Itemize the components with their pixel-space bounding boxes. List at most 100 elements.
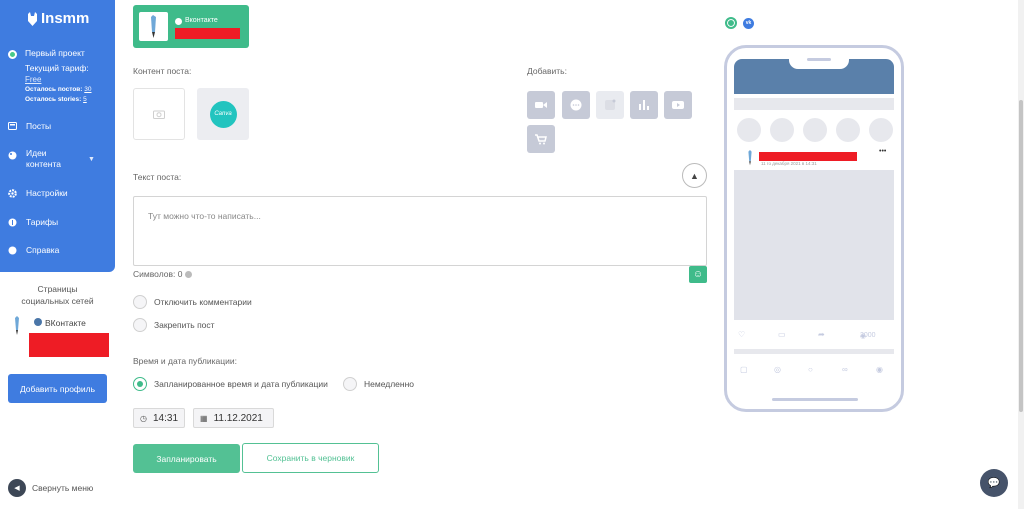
- logo[interactable]: Insmm: [27, 10, 89, 27]
- preview-story-circle: [770, 118, 794, 142]
- add-poll-button[interactable]: [630, 91, 658, 119]
- check-icon: [175, 18, 182, 25]
- posts-left: Осталось постов: 30: [25, 86, 92, 93]
- views-value: 2000: [860, 332, 876, 339]
- immediately-label: Немедленно: [364, 379, 415, 389]
- sidebar-item-label: Справка: [26, 245, 60, 255]
- comment-icon: ▭: [778, 330, 786, 339]
- social-pages-title: Страницы социальных сетей: [0, 283, 115, 307]
- vk-page-label: ВКонтакте: [45, 318, 86, 328]
- sidebar-item-settings[interactable]: Настройки: [8, 188, 68, 198]
- time-picker[interactable]: ◷ 14:31: [133, 408, 186, 428]
- pen-avatar-icon: [151, 15, 156, 38]
- preview-bar: [734, 98, 894, 110]
- add-photo-button[interactable]: [133, 88, 185, 140]
- vk-icon[interactable]: vk: [743, 17, 754, 29]
- add-stories-button[interactable]: [596, 91, 624, 119]
- chart-icon: [639, 100, 649, 110]
- add-youtube-button[interactable]: [664, 91, 692, 119]
- stories-left: Осталось stories: 5: [25, 96, 87, 103]
- preview-radio[interactable]: [725, 17, 737, 29]
- sidebar-item-ideas[interactable]: Идеи контента: [8, 148, 70, 170]
- phone-notch: [789, 48, 849, 69]
- content-label: Контент поста:: [133, 66, 192, 76]
- preview-post-image: [734, 170, 894, 320]
- add-label: Добавить:: [527, 66, 567, 76]
- vk-account-card[interactable]: Вконтакте: [133, 5, 249, 48]
- redacted-name: [759, 152, 857, 161]
- date-picker[interactable]: ▦ 11.12.2021: [193, 408, 274, 428]
- triangle-up-icon: ▲: [690, 170, 699, 181]
- preview-bottom-nav: ▢ ◎ ○ ∞ ◉: [734, 365, 894, 377]
- add-profile-button[interactable]: Добавить профиль: [8, 374, 107, 403]
- smile-icon: ☺: [692, 269, 704, 280]
- app-window: Insmm Первый проект Текущий тариф: Free …: [0, 0, 1024, 509]
- clock-icon: ◷: [140, 413, 147, 423]
- social-pages-title-line1: Страницы: [37, 284, 78, 294]
- posts-left-value[interactable]: 30: [84, 86, 91, 93]
- collapse-up-button[interactable]: ▲: [682, 163, 707, 188]
- messages-icon: ○: [808, 365, 813, 374]
- radio[interactable]: [133, 318, 147, 332]
- compass-icon: ◎: [774, 365, 781, 374]
- calendar-icon: ▦: [200, 413, 208, 423]
- add-product-button[interactable]: [527, 125, 555, 153]
- preview-network-switch: vk: [725, 17, 754, 29]
- emoji-button[interactable]: ☺: [689, 266, 707, 283]
- immediately-radio[interactable]: Немедленно: [343, 377, 414, 391]
- social-pages-title-line2: социальных сетей: [21, 296, 94, 306]
- publish-label: Время и дата публикации:: [133, 356, 237, 366]
- vk-icon: [34, 318, 42, 326]
- chat-icon: 💬: [987, 477, 1001, 489]
- sidebar-item-help[interactable]: Справка: [8, 245, 59, 255]
- radio[interactable]: [343, 377, 357, 391]
- collapse-menu-button[interactable]: ◀ Свернуть меню: [8, 479, 93, 497]
- sidebar-item-label: Настройки: [26, 188, 68, 198]
- logo-icon: [28, 11, 37, 26]
- symbols-count: Символов: 0: [133, 269, 192, 279]
- add-video-button[interactable]: [527, 91, 555, 119]
- posts-left-label: Осталось постов:: [25, 86, 83, 93]
- scheduled-label: Запланированное время и дата публикации: [154, 379, 328, 389]
- video-icon: [535, 102, 547, 108]
- preview-story-circle: [836, 118, 860, 142]
- posts-icon: [8, 122, 17, 131]
- plan-link[interactable]: Free: [25, 75, 41, 84]
- chevron-down-icon[interactable]: ▼: [88, 156, 95, 163]
- heart-icon: ♡: [738, 330, 746, 339]
- home-icon: ▢: [740, 365, 748, 374]
- gear-icon: [8, 188, 17, 198]
- add-comment-button[interactable]: [562, 91, 590, 119]
- avatar: [139, 12, 168, 41]
- pen-avatar-icon: [748, 150, 752, 166]
- logo-text: Insmm: [41, 10, 90, 27]
- save-draft-button[interactable]: Сохранить в черновик: [242, 443, 379, 473]
- pin-post-toggle[interactable]: Закрепить пост: [133, 318, 215, 332]
- friends-icon: ∞: [842, 365, 848, 374]
- project-name[interactable]: Первый проект: [25, 48, 85, 58]
- schedule-button[interactable]: Запланировать: [133, 444, 240, 473]
- phone-preview: 11 го декабря 2021 в 14:31 ••• ♡ ▭ ➦ ◉ 2…: [724, 45, 904, 412]
- share-icon: ➦: [818, 330, 825, 339]
- radio[interactable]: [133, 295, 147, 309]
- sidebar-item-tariffs[interactable]: Тарифы: [8, 217, 58, 227]
- radio-selected[interactable]: [133, 377, 147, 391]
- sidebar-item-posts[interactable]: Посты: [8, 121, 51, 131]
- phone-home-indicator: [772, 398, 858, 401]
- preview-story-circle: [737, 118, 761, 142]
- tariff-icon: [8, 218, 17, 227]
- youtube-icon: [672, 101, 684, 109]
- profile-icon: ◉: [876, 365, 883, 374]
- stories-left-value[interactable]: 5: [83, 96, 87, 103]
- disable-comments-toggle[interactable]: Отключить комментарии: [133, 295, 252, 309]
- collapse-menu-label: Свернуть меню: [32, 483, 94, 493]
- canva-button[interactable]: Canva: [197, 88, 249, 140]
- post-text-input[interactable]: Тут можно что-то написать...: [133, 196, 707, 266]
- preview-post-date: 11 го декабря 2021 в 14:31: [761, 161, 817, 166]
- disable-comments-label: Отключить комментарии: [154, 297, 252, 307]
- sidebar-item-label: Идеи контента: [26, 148, 61, 169]
- info-icon[interactable]: [184, 271, 192, 279]
- scheduled-radio[interactable]: Запланированное время и дата публикации: [133, 377, 328, 391]
- support-chat-button[interactable]: 💬: [980, 469, 1008, 497]
- scrollbar-thumb[interactable]: [1019, 100, 1023, 412]
